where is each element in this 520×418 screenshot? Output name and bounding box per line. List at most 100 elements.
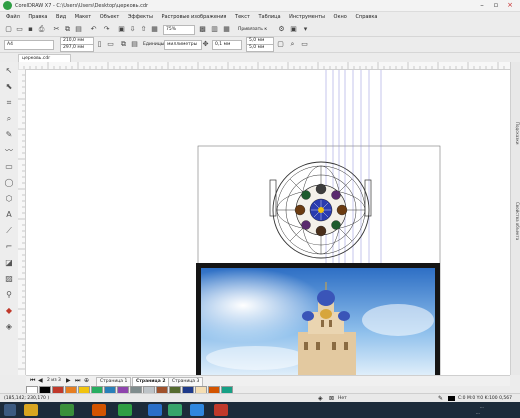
- print-icon[interactable]: ⎙: [37, 25, 46, 34]
- zoom-icon[interactable]: ⌕: [288, 40, 297, 49]
- paste-icon[interactable]: ▤: [74, 25, 83, 34]
- window-title: CorelDRAW X7 - C:\Users\Users\Desktop\це…: [15, 3, 149, 9]
- explorer-icon[interactable]: [24, 404, 38, 416]
- pick-tool-icon[interactable]: ↖: [4, 66, 14, 76]
- first-page-icon[interactable]: ⏮: [30, 377, 35, 385]
- artistic-media-tool-icon[interactable]: 〰: [4, 146, 14, 156]
- next-page-icon[interactable]: ▶: [66, 377, 71, 384]
- transparency-tool-icon[interactable]: ▨: [4, 274, 14, 284]
- connector-tool-icon[interactable]: ⌐: [4, 242, 14, 252]
- app-icon-red[interactable]: [214, 404, 228, 416]
- docker-tab-object-properties[interactable]: Свойства объекта: [512, 202, 520, 240]
- minimize-icon[interactable]: –: [476, 1, 488, 10]
- rulers-icon[interactable]: ▥: [210, 25, 219, 34]
- full-screen-icon[interactable]: ▩: [198, 25, 207, 34]
- parallel-dimension-tool-icon[interactable]: ⟋: [4, 226, 14, 236]
- page-options-icon[interactable]: ▭: [300, 40, 309, 49]
- close-icon[interactable]: ×: [504, 1, 516, 10]
- drop-shadow-tool-icon[interactable]: ◪: [4, 258, 14, 268]
- menu-table[interactable]: Таблица: [258, 12, 280, 22]
- menu-bitmaps[interactable]: Растровые изображения: [162, 12, 227, 22]
- landscape-icon[interactable]: ▭: [106, 40, 115, 49]
- start-button-icon[interactable]: [4, 404, 16, 416]
- snap-to-select[interactable]: Привязать к: [235, 25, 277, 35]
- toolbox: ↖ ⬉ ⌗ ⌕ ✎ 〰 ▭ ◯ ⬡ A ⟋ ⌐ ◪ ▨ ⚲ ◆ ◈: [0, 62, 19, 375]
- menu-text[interactable]: Текст: [235, 12, 250, 22]
- property-bar: A4 210,0 мм 297,0 мм ▯ ▭ ⧉ ▤ Единицы: ми…: [0, 37, 520, 53]
- all-pages-icon[interactable]: ⧉: [119, 40, 128, 49]
- application-launcher-icon[interactable]: ▾: [301, 25, 310, 34]
- outline-color-swatch: [448, 396, 455, 401]
- interactive-fill-tool-icon[interactable]: ◆: [4, 306, 14, 316]
- zoom-level-select[interactable]: 75%: [163, 25, 195, 35]
- clock-time: ...: [480, 404, 484, 409]
- church-photo[interactable]: [196, 263, 440, 375]
- title-bar: CorelDRAW X7 - C:\Users\Users\Desktop\це…: [0, 0, 520, 12]
- standard-toolbar: ▢ ▭ ▪ ⎙ ✂ ⧉ ▤ ↶ ↷ ▣ ⇩ ⇧ ▦ 75% ▩ ▥ ▦ Прив…: [0, 23, 520, 37]
- browser-icon[interactable]: [60, 404, 74, 416]
- shape-tool-icon[interactable]: ⬉: [4, 82, 14, 92]
- menu-effects[interactable]: Эффекты: [128, 12, 153, 22]
- text-tool-icon[interactable]: A: [4, 210, 14, 220]
- duplicate-y-field[interactable]: 5,0 мм: [246, 44, 274, 52]
- color-eyedropper-tool-icon[interactable]: ⚲: [4, 290, 14, 300]
- page-counter: 2 из 3: [47, 378, 61, 383]
- color-palette: [26, 386, 256, 394]
- redo-icon[interactable]: ↷: [102, 25, 111, 34]
- page-size-select[interactable]: A4: [4, 40, 54, 50]
- horizontal-ruler[interactable]: [18, 62, 510, 70]
- units-label: Единицы:: [143, 42, 166, 47]
- welcome-screen-icon[interactable]: ▣: [289, 25, 298, 34]
- menu-object[interactable]: Объект: [100, 12, 120, 22]
- page-height-field[interactable]: 297,0 мм: [60, 44, 94, 52]
- coreldraw-logo-icon: [3, 1, 12, 10]
- search-content-icon[interactable]: ▣: [117, 25, 126, 34]
- rectangle-tool-icon[interactable]: ▭: [4, 162, 14, 172]
- menu-file[interactable]: Файл: [6, 12, 20, 22]
- current-page-icon[interactable]: ▤: [130, 40, 139, 49]
- smart-fill-tool-icon[interactable]: ◈: [4, 322, 14, 332]
- page-frame-icon[interactable]: ▢: [276, 40, 285, 49]
- menu-window[interactable]: Окно: [334, 12, 347, 22]
- options-icon[interactable]: ⚙: [277, 25, 286, 34]
- menu-bar: Файл Правка Вид Макет Объект Эффекты Рас…: [0, 12, 520, 22]
- save-icon[interactable]: ▪: [26, 25, 35, 34]
- menu-view[interactable]: Вид: [56, 12, 66, 22]
- windows-taskbar: ... ...: [0, 402, 520, 418]
- app-icon-green[interactable]: [168, 404, 182, 416]
- units-select[interactable]: миллиметры: [164, 40, 202, 50]
- coreldraw-taskbar-icon[interactable]: [118, 404, 132, 416]
- portrait-icon[interactable]: ▯: [95, 40, 104, 49]
- page-navigator: ⏮ ◀ 2 из 3 ▶ ⏭ ⊕ Страница 1 Страница 2 С…: [26, 375, 510, 387]
- menu-tools[interactable]: Инструменты: [289, 12, 325, 22]
- crop-tool-icon[interactable]: ⌗: [4, 98, 14, 108]
- office-app-icon[interactable]: [92, 404, 106, 416]
- maximize-icon[interactable]: ▫: [490, 1, 502, 10]
- menu-layout[interactable]: Макет: [75, 12, 91, 22]
- undo-icon[interactable]: ↶: [89, 25, 98, 34]
- polygon-tool-icon[interactable]: ⬡: [4, 194, 14, 204]
- vertical-ruler[interactable]: [18, 69, 26, 375]
- menu-edit[interactable]: Правка: [28, 12, 47, 22]
- cut-icon[interactable]: ✂: [52, 25, 61, 34]
- last-page-icon[interactable]: ⏭: [75, 377, 80, 385]
- nudge-distance-field[interactable]: 0,1 мм: [212, 40, 242, 50]
- open-icon[interactable]: ▭: [15, 25, 24, 34]
- zoom-tool-icon[interactable]: ⌕: [4, 114, 14, 124]
- drawing-canvas[interactable]: [26, 70, 510, 375]
- copy-icon[interactable]: ⧉: [63, 25, 72, 34]
- previous-page-icon[interactable]: ◀: [38, 377, 43, 384]
- grid-icon[interactable]: ▦: [222, 25, 231, 34]
- add-page-icon[interactable]: ⊕: [84, 377, 89, 384]
- right-docker-panel[interactable]: Подсказки Свойства объекта: [510, 62, 520, 375]
- freehand-tool-icon[interactable]: ✎: [4, 130, 14, 140]
- import-icon[interactable]: ⇩: [128, 25, 137, 34]
- app-icon-blue[interactable]: [148, 404, 162, 416]
- publish-pdf-icon[interactable]: ▦: [150, 25, 159, 34]
- menu-help[interactable]: Справка: [355, 12, 377, 22]
- export-icon[interactable]: ⇧: [139, 25, 148, 34]
- ellipse-tool-icon[interactable]: ◯: [4, 178, 14, 188]
- docker-tab-hints[interactable]: Подсказки: [512, 122, 520, 144]
- app-icon-media[interactable]: [190, 404, 204, 416]
- new-icon[interactable]: ▢: [4, 25, 13, 34]
